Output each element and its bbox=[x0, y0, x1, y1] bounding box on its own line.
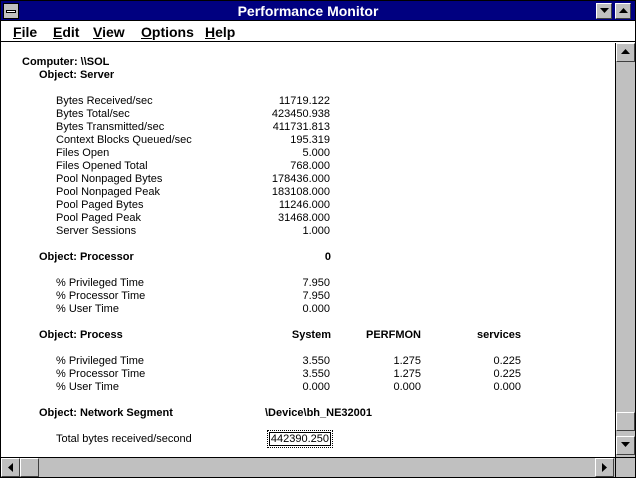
menu-file[interactable]: File bbox=[13, 24, 37, 40]
counter-value: 7.950 bbox=[302, 277, 330, 289]
counter-value: 5.000 bbox=[302, 147, 330, 159]
minimize-button[interactable] bbox=[596, 3, 612, 19]
counter-value: 31468.000 bbox=[278, 212, 330, 224]
counter-label: Pool Paged Bytes bbox=[56, 199, 144, 211]
counter-value: 183108.000 bbox=[271, 186, 330, 198]
process-object-header: Object: Process bbox=[39, 329, 123, 341]
menu-edit[interactable]: Edit bbox=[53, 24, 79, 40]
counter-label: % User Time bbox=[56, 303, 119, 315]
counter-label: Pool Paged Peak bbox=[56, 212, 142, 224]
scroll-right-button[interactable] bbox=[595, 458, 614, 477]
menu-view[interactable]: View bbox=[93, 24, 125, 40]
counter-value: 0.225 bbox=[493, 368, 521, 380]
counter-value: 3.550 bbox=[302, 355, 330, 367]
scroll-left-button[interactable] bbox=[1, 458, 20, 477]
counter-value: 0.000 bbox=[493, 381, 521, 393]
counter-label: Bytes Transmitted/sec bbox=[56, 121, 165, 133]
scroll-up-button[interactable] bbox=[616, 43, 635, 62]
counter-label: Pool Nonpaged Bytes bbox=[56, 173, 163, 185]
counter-label: Context Blocks Queued/sec bbox=[56, 134, 192, 146]
horizontal-scroll-thumb[interactable] bbox=[20, 458, 39, 477]
menu-bar: File Edit View Options Help bbox=[1, 22, 635, 42]
counter-label: % Privileged Time bbox=[56, 277, 145, 289]
counter-value: 1.000 bbox=[302, 225, 330, 237]
maximize-button[interactable] bbox=[615, 3, 631, 19]
selected-counter-value[interactable]: 442390.250 bbox=[266, 430, 334, 448]
menu-help[interactable]: Help bbox=[205, 24, 235, 40]
horizontal-scrollbar[interactable] bbox=[1, 457, 615, 477]
arrow-left-icon bbox=[8, 463, 13, 472]
process-instance-perfmon: PERFMON bbox=[366, 329, 421, 341]
menu-options[interactable]: Options bbox=[141, 24, 194, 40]
arrow-up-icon bbox=[621, 49, 630, 54]
vertical-scrollbar[interactable] bbox=[615, 43, 635, 457]
counter-label: Bytes Received/sec bbox=[56, 95, 153, 107]
counter-value: 3.550 bbox=[302, 368, 330, 380]
counter-value: 11246.000 bbox=[278, 199, 330, 211]
system-menu-icon[interactable] bbox=[3, 3, 19, 19]
counter-value: 0.000 bbox=[393, 381, 421, 393]
counter-value: 1.275 bbox=[393, 355, 421, 367]
scroll-down-button[interactable] bbox=[616, 436, 635, 455]
counter-value: 0.225 bbox=[493, 355, 521, 367]
vertical-scroll-thumb[interactable] bbox=[616, 412, 635, 431]
report-view[interactable]: Computer: \\SOL Object: Server Bytes Rec… bbox=[1, 43, 615, 457]
counter-value: 178436.000 bbox=[271, 173, 330, 185]
counter-value: 1.275 bbox=[393, 368, 421, 380]
maximize-arrow-icon bbox=[619, 8, 628, 13]
processor-object-header: Object: Processor bbox=[39, 251, 134, 263]
counter-value: 768.000 bbox=[290, 160, 330, 172]
counter-label: Files Opened Total bbox=[56, 160, 148, 172]
counter-value: 195.319 bbox=[290, 134, 330, 146]
counter-label: Files Open bbox=[56, 147, 110, 159]
counter-value: 0.000 bbox=[302, 303, 330, 315]
counter-label: % User Time bbox=[56, 381, 119, 393]
computer-name: Computer: \\SOL bbox=[22, 56, 110, 68]
minimize-arrow-icon bbox=[600, 8, 609, 13]
counter-value: 11719.122 bbox=[278, 95, 330, 107]
process-instance-system: System bbox=[291, 329, 331, 341]
counter-label: % Processor Time bbox=[56, 290, 146, 302]
counter-label: Server Sessions bbox=[56, 225, 137, 237]
arrow-down-icon bbox=[621, 442, 630, 447]
network-object-header: Object: Network Segment bbox=[39, 407, 173, 419]
counter-value: 423450.938 bbox=[271, 108, 330, 120]
arrow-right-icon bbox=[602, 463, 607, 472]
counter-value: 0.000 bbox=[302, 381, 330, 393]
counter-label: Pool Nonpaged Peak bbox=[56, 186, 160, 198]
processor-instance: 0 bbox=[324, 251, 331, 263]
server-object-header: Object: Server bbox=[39, 69, 115, 81]
performance-monitor-window: Performance Monitor File Edit View Optio… bbox=[0, 0, 636, 478]
title-bar[interactable]: Performance Monitor bbox=[1, 1, 635, 21]
network-instance: \Device\bh_NE32001 bbox=[265, 407, 373, 419]
counter-label: Bytes Total/sec bbox=[56, 108, 130, 120]
window-title: Performance Monitor bbox=[237, 3, 379, 19]
process-instance-services: services bbox=[476, 329, 521, 341]
counter-label: % Privileged Time bbox=[56, 355, 145, 367]
counter-label: Total bytes received/second bbox=[56, 433, 192, 445]
counter-value: 411731.813 bbox=[272, 121, 330, 133]
counter-label: % Processor Time bbox=[56, 368, 146, 380]
counter-value: 7.950 bbox=[302, 290, 330, 302]
scrollbar-corner bbox=[615, 457, 635, 477]
